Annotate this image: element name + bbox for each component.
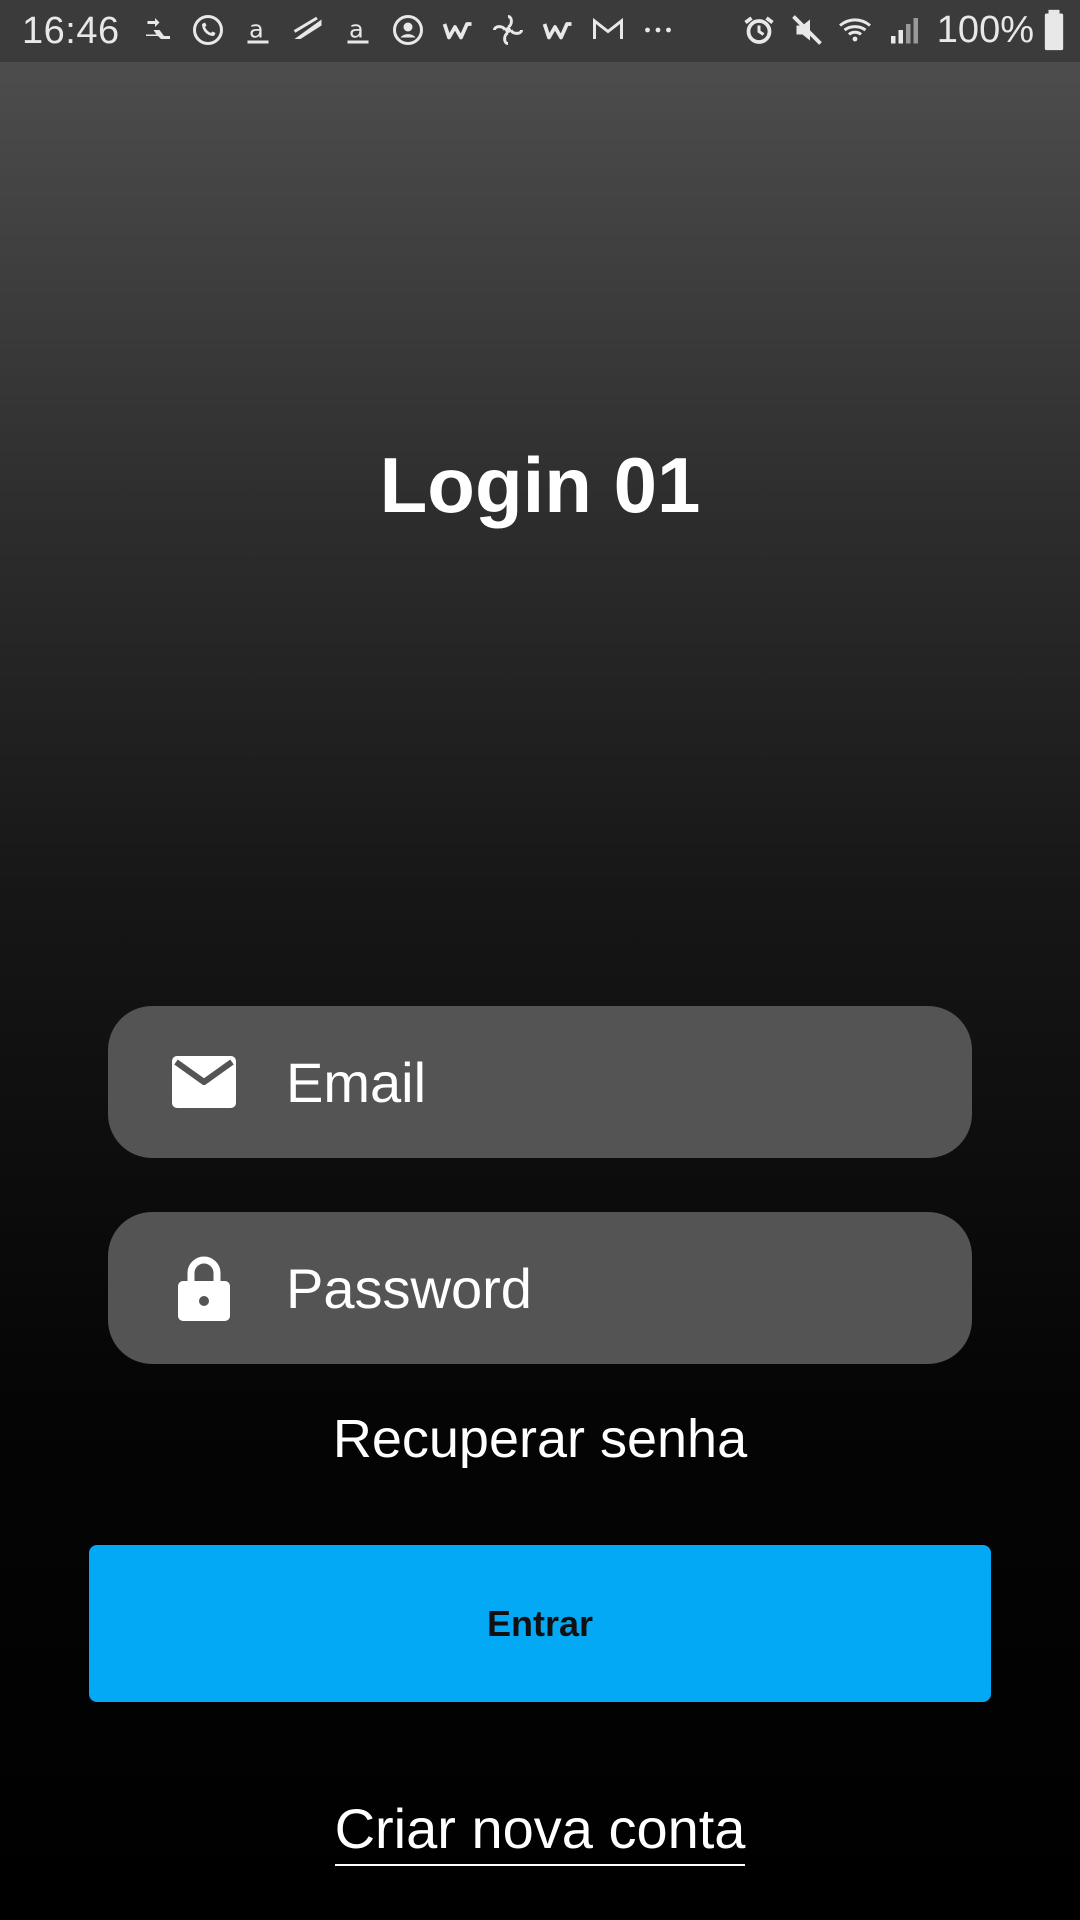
status-bar: 16:46 a a 100%	[0, 0, 1080, 62]
email-input[interactable]	[286, 1006, 946, 1158]
feather-icon	[288, 8, 328, 52]
notification-icons: a a	[138, 8, 678, 52]
fan-icon	[488, 8, 528, 52]
create-account-container: Criar nova conta	[0, 1796, 1080, 1866]
enter-button[interactable]: Entrar	[89, 1545, 991, 1702]
user-circle-icon	[388, 8, 428, 52]
password-field[interactable]	[108, 1212, 972, 1364]
w-app-icon	[438, 8, 478, 52]
whatsapp-icon	[188, 8, 228, 52]
transfer-icon	[138, 8, 178, 52]
email-field[interactable]	[108, 1006, 972, 1158]
lock-icon	[164, 1248, 244, 1328]
create-account-link[interactable]: Criar nova conta	[334, 1797, 746, 1866]
page-title: Login 01	[379, 441, 701, 529]
svg-text:a: a	[249, 16, 264, 44]
more-icon	[638, 8, 678, 52]
password-input[interactable]	[286, 1212, 946, 1364]
battery-percent: 100%	[936, 8, 1034, 51]
system-icons: 100%	[739, 8, 1066, 52]
recover-password-link[interactable]: Recuperar senha	[0, 1408, 1080, 1470]
svg-text:a: a	[349, 16, 364, 44]
battery-icon	[1042, 8, 1066, 52]
status-time: 16:46	[22, 10, 120, 52]
mail-icon	[164, 1042, 244, 1122]
signal-icon	[883, 8, 923, 52]
amazon-icon: a	[338, 8, 378, 52]
alarm-icon	[739, 8, 779, 52]
wifi-icon	[835, 8, 875, 52]
w-app-icon	[538, 8, 578, 52]
amazon-icon: a	[238, 8, 278, 52]
login-screen: 16:46 a a 100% Login 01 Email Recuperar …	[0, 0, 1080, 1920]
mute-icon	[787, 8, 827, 52]
gmail-icon	[588, 8, 628, 52]
